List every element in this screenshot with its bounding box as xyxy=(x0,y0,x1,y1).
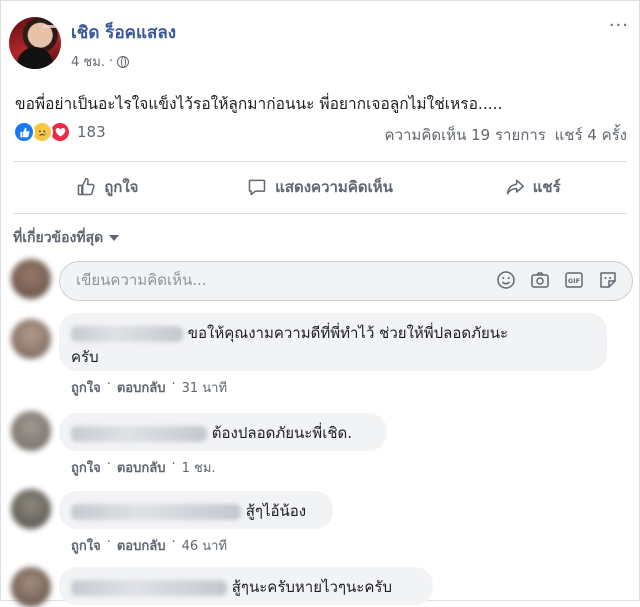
comment-filter-label: ที่เกี่ยวข้องที่สุด xyxy=(13,230,104,246)
comment-time[interactable]: 31 นาที xyxy=(182,377,227,398)
emoji-icon[interactable] xyxy=(496,270,516,290)
facebook-post: เชิด ร็อคแสลง 4 ชม. · ··· ขอพี่อย่าเป็นอ… xyxy=(0,0,640,607)
thumbs-up-icon xyxy=(77,177,95,196)
commenter-name-redacted[interactable] xyxy=(71,325,183,342)
like-label: ถูกใจ xyxy=(104,178,139,196)
avatar[interactable] xyxy=(11,319,51,359)
comment-actions: ถูกใจ ตอบกลับ 46 นาที xyxy=(71,535,227,556)
comment-input[interactable] xyxy=(74,270,458,290)
like-button[interactable]: ถูกใจ xyxy=(1,167,214,207)
comment-actions: ถูกใจ ตอบกลับ 1 ชม. xyxy=(71,457,216,478)
comment-time[interactable]: 46 นาที xyxy=(182,535,227,556)
comment-like-link[interactable]: ถูกใจ xyxy=(71,457,101,478)
comment-like-link[interactable]: ถูกใจ xyxy=(71,535,101,556)
share-button[interactable]: แชร์ xyxy=(426,167,639,207)
commenter-name-redacted[interactable] xyxy=(71,503,241,520)
comment-text: ขอให้คุณงามความดีที่พี่ทำไว้ ช่วยให้พี่ป… xyxy=(187,324,509,342)
like-reaction-icon xyxy=(13,121,35,143)
comment-count-link[interactable]: ความคิดเห็น 19 รายการ xyxy=(385,126,546,144)
comment-reply-link[interactable]: ตอบกลับ xyxy=(117,377,166,398)
comment-bubble: สู้ๆนะครับหายไวๆนะครับ xyxy=(59,567,433,605)
more-options-icon[interactable]: ··· xyxy=(609,15,629,36)
globe-icon[interactable] xyxy=(117,55,130,68)
sticker-icon[interactable] xyxy=(598,270,618,290)
reaction-count: 183 xyxy=(77,123,106,141)
avatar[interactable] xyxy=(11,259,51,299)
comment-like-link[interactable]: ถูกใจ xyxy=(71,377,101,398)
comment-reply-link[interactable]: ตอบกลับ xyxy=(117,535,166,556)
divider xyxy=(13,213,627,214)
comment-actions: ถูกใจ ตอบกลับ 31 นาที xyxy=(71,377,227,398)
comment-icon xyxy=(248,179,266,196)
author-name[interactable]: เชิด ร็อคแสลง xyxy=(71,19,176,46)
gif-icon[interactable]: GIF xyxy=(564,270,584,290)
post-meta: 4 ชม. · xyxy=(71,51,130,72)
comment-time[interactable]: 1 ชม. xyxy=(182,457,216,478)
comment-reply-link[interactable]: ตอบกลับ xyxy=(117,457,166,478)
camera-icon[interactable] xyxy=(530,270,550,290)
comment-label: แสดงความคิดเห็น xyxy=(275,178,393,196)
comment-bubble: ต้องปลอดภัยนะพี่เชิด. xyxy=(59,413,387,451)
author-avatar[interactable] xyxy=(9,17,61,69)
divider xyxy=(13,161,627,162)
commenter-name-redacted[interactable] xyxy=(71,425,207,442)
comment-filter-dropdown[interactable]: ที่เกี่ยวข้องที่สุด xyxy=(13,227,120,249)
comment-text-continued: ครับ xyxy=(71,348,99,366)
comment-composer: GIF xyxy=(59,261,633,301)
post-text: ขอพี่อย่าเป็นอะไรใจแข็งไว้รอให้ลูกมาก่อน… xyxy=(15,95,503,113)
comment-text: ต้องปลอดภัยนะพี่เชิด. xyxy=(211,424,353,442)
svg-text:GIF: GIF xyxy=(568,277,580,285)
share-arrow-icon xyxy=(506,179,524,195)
reaction-summary[interactable]: 183 xyxy=(13,121,106,143)
share-label: แชร์ xyxy=(532,178,561,196)
action-bar: ถูกใจ แสดงความคิดเห็น แชร์ xyxy=(1,167,639,207)
comment-button[interactable]: แสดงความคิดเห็น xyxy=(214,167,427,207)
avatar[interactable] xyxy=(11,411,51,451)
avatar[interactable] xyxy=(11,567,51,607)
comment-text: สู้ๆไอ้น้อง xyxy=(245,502,307,520)
post-time[interactable]: 4 ชม. xyxy=(71,51,105,72)
share-count-link[interactable]: แชร์ 4 ครั้ง xyxy=(555,126,627,144)
comment-text: สู้ๆนะครับหายไวๆนะครับ xyxy=(231,578,392,596)
post-stats: ความคิดเห็น 19 รายการ แชร์ 4 ครั้ง xyxy=(385,123,627,147)
avatar[interactable] xyxy=(11,489,51,529)
caret-down-icon xyxy=(109,235,120,241)
commenter-name-redacted[interactable] xyxy=(71,579,227,596)
comment-bubble: ขอให้คุณงามความดีที่พี่ทำไว้ ช่วยให้พี่ป… xyxy=(59,313,607,371)
comment-bubble: สู้ๆไอ้น้อง xyxy=(59,491,333,529)
